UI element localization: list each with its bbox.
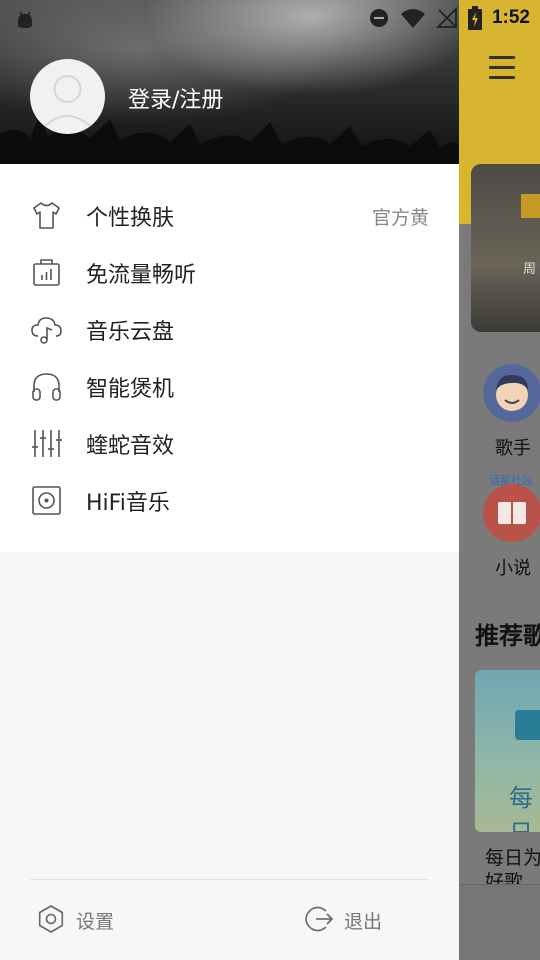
status-bar: 1:52: [0, 0, 540, 36]
menu-label-data-free: 免流量畅听: [86, 263, 197, 288]
menu-item-data-free[interactable]: 免流量畅听: [0, 244, 459, 301]
tshirt-icon: [33, 202, 60, 229]
navigation-drawer: 登录/注册 个性换肤 官方黄 免流量畅听 音乐云盘 智能煲机 蝰蛇音效 HiFi…: [0, 0, 459, 960]
login-register-link[interactable]: 登录/注册: [128, 82, 223, 114]
menu-label-cloud: 音乐云盘: [86, 320, 175, 345]
wifi-icon: [400, 9, 425, 28]
drawer-menu: 个性换肤 官方黄 免流量畅听 音乐云盘 智能煲机 蝰蛇音效 HiFi音乐: [0, 164, 459, 552]
menu-item-headphone[interactable]: 智能煲机: [0, 358, 459, 415]
android-debug-icon: [18, 11, 32, 28]
battery-charging-icon: [467, 6, 482, 30]
menu-item-skin[interactable]: 个性换肤 官方黄: [0, 187, 459, 244]
menu-item-hifi[interactable]: HiFi音乐: [0, 472, 459, 529]
menu-label-headphone: 智能煲机: [86, 377, 175, 402]
menu-label-skin: 个性换肤: [86, 206, 175, 231]
equalizer-icon: [32, 430, 62, 457]
drawer-scrim[interactable]: [459, 0, 540, 960]
status-icons: 1:52: [368, 6, 530, 30]
logout-button[interactable]: 退出: [304, 896, 414, 944]
headphones-icon: [32, 373, 61, 401]
footer-divider: [30, 879, 429, 880]
data-saver-icon: [369, 9, 388, 27]
no-signal-icon: [435, 7, 457, 28]
menu-item-cloud[interactable]: 音乐云盘: [0, 301, 459, 358]
avatar[interactable]: [30, 59, 105, 134]
data-free-icon: [33, 259, 60, 286]
cloud-music-icon: [31, 317, 62, 344]
settings-button[interactable]: 设置: [36, 896, 146, 944]
settings-label: 设置: [76, 911, 115, 933]
logout-label: 退出: [344, 911, 383, 933]
skin-value: 官方黄: [371, 207, 429, 229]
menu-item-effects[interactable]: 蝰蛇音效: [0, 415, 459, 472]
logout-icon: [305, 906, 334, 932]
settings-icon: [38, 905, 64, 933]
hifi-speaker-icon: [32, 486, 61, 515]
menu-label-hifi: HiFi音乐: [86, 491, 170, 516]
status-time: 1:52: [491, 7, 530, 28]
menu-label-effects: 蝰蛇音效: [86, 434, 175, 459]
